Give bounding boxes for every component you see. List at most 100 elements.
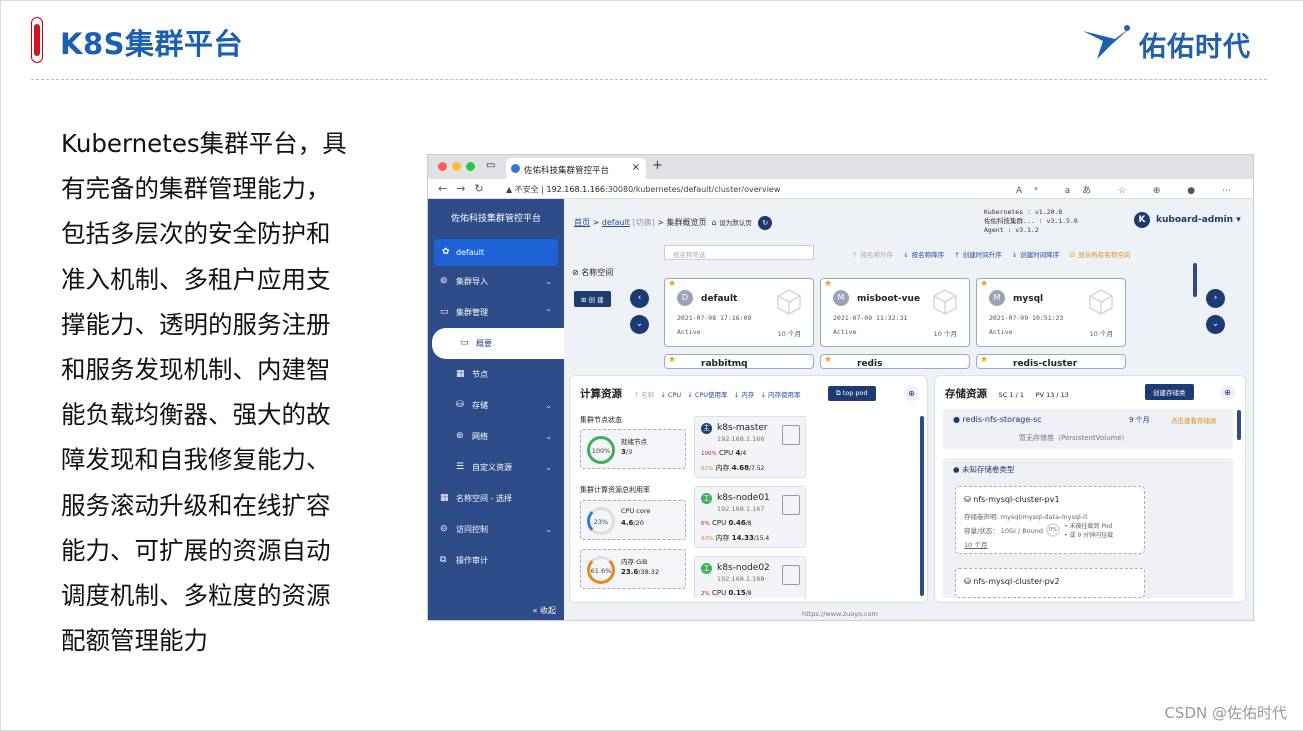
unknown-pv-group: ● 未知存储卷类型 ⛁ nfs-mysql-cluster-pv1 存储卷声明:… [943, 458, 1233, 598]
switch-link[interactable]: [切换] [633, 218, 655, 227]
node-name: k8s-node02 [717, 563, 770, 573]
storage-scrollbar[interactable] [1237, 410, 1241, 440]
cpu-value: 0.46 [728, 519, 746, 527]
sidebar-item-label: 集群管理 [456, 308, 488, 317]
namespace-sort-options: ↑ 按名称升序 ↓ 按名称降序 ↑ 创建时间升序 ↓ 创建时间降序 ☑ 显示所有… [852, 249, 1144, 259]
compute-scrollbar[interactable] [920, 416, 924, 596]
mem-usage-card: 61.6% 内存 GiB 23.6/38.32 [580, 549, 686, 589]
node-card[interactable]: 主 k8s-master 192.168.1.166 100% CPU 4/4 62% … [694, 416, 806, 478]
namespace-age: 10 个月 [777, 330, 801, 338]
sort-option[interactable]: ↓ CPU [660, 391, 681, 399]
sort-option[interactable]: ↑ 名称 [634, 391, 655, 399]
favicon-icon [511, 164, 520, 173]
namespace-search-input[interactable]: 按名称筛选 [664, 245, 814, 260]
sidebar-item-label: 集群导入 [456, 277, 488, 286]
namespace-card[interactable]: ★ Mmysql 2021-07-09 10:51:23 Active 10 个月 [976, 278, 1126, 347]
sidebar-item-namespace-select[interactable]: ▦ 名称空间 - 选择 [428, 483, 564, 514]
main-content: 首页 > default [切换] > 集群概览页 ⌂ 设为默认页 ↻ Kube… [564, 199, 1253, 620]
zoom-icon[interactable]: ⊕ [1220, 385, 1235, 400]
expand-down-button[interactable]: ⌄ [1206, 315, 1225, 334]
zoom-icon[interactable]: ⊕ [904, 386, 919, 401]
monitor-icon: ▭ [460, 338, 469, 348]
namespace-card[interactable]: ★ Mmisboot-vue 2021-07-09 11:32:31 Active 10… [820, 278, 970, 347]
sliders-icon: ☰ [456, 462, 465, 472]
sort-option[interactable]: ↑ 创建时间升序 [954, 251, 1002, 259]
node-card[interactable]: 工 k8s-node02 192.168.1.168 2% CPU 0.15/8 [694, 556, 806, 598]
sort-option[interactable]: ↑ 按名称升序 [852, 251, 893, 259]
database-icon: ⛁ [456, 400, 464, 410]
pv-card[interactable]: ⛁ nfs-mysql-cluster-pv1 存储卷声明: mysql/mys… [955, 486, 1145, 554]
url-host: 192.168.1.166 [546, 185, 606, 194]
chevron-down-icon: ⌄ [545, 463, 552, 472]
namespace-card[interactable]: ★ redis [820, 354, 970, 369]
sidebar-item-import[interactable]: ⊚ 集群导入 ⌄ [428, 266, 564, 297]
chevron-down-icon: ⌄ [545, 401, 552, 410]
close-window-button[interactable] [438, 162, 447, 171]
collapse-button[interactable]: « 收起 [533, 605, 556, 616]
create-namespace-button[interactable]: ⊞ 创 建 [574, 291, 611, 307]
sidebar-item-cluster-manage[interactable]: ▭ 集群管理 ⌃ [428, 297, 564, 328]
namespace-selector[interactable]: ✿ default [434, 239, 558, 266]
close-tab-icon[interactable]: × [632, 162, 640, 173]
breadcrumb-namespace[interactable]: default [602, 218, 630, 227]
pv-capacity-label: 容量/状态： [964, 527, 999, 535]
scroll-left-button[interactable]: ‹ [630, 289, 649, 308]
sidebar-item-crd[interactable]: ☰ 自定义资源 ⌄ [428, 452, 564, 483]
sort-option[interactable]: ↓ 内存使用率 [760, 391, 800, 399]
storage-class-age: 9 个月 [1129, 416, 1150, 424]
namespace-card[interactable]: ★ rabbitmq [664, 354, 814, 369]
refresh-icon[interactable]: ↻ [758, 216, 773, 230]
node-card[interactable]: 工 k8s-node01 192.168.1.167 6% CPU 0.46/8 93%… [694, 486, 806, 548]
sidebar-item-audit[interactable]: ⧉ 操作审计 [428, 545, 564, 576]
checkbox-label: 显示所有名称空间 [1078, 251, 1131, 259]
sidebar-item-overview[interactable]: ▭ 概要 [432, 328, 564, 359]
sort-option[interactable]: ↓ 按名称降序 [903, 251, 944, 259]
sort-option[interactable]: ↓ 内存 [734, 391, 755, 399]
url-field[interactable]: ▲ 不安全 | 192.168.1.166:30080/kubernetes/d… [506, 184, 780, 195]
namespace-card[interactable]: ★ Ddefault 2021-07-08 17:16:09 Active 10 个月 [664, 278, 814, 347]
namespace-card[interactable]: ★ redis-cluster [976, 354, 1126, 369]
collapse-down-button[interactable]: ⌄ [630, 315, 649, 334]
body-line: 包括多层次的安全防护和 [61, 219, 331, 249]
sidebar-item-network[interactable]: ⊚ 网络 ⌄ [428, 421, 564, 452]
cpu-pct: 2% [701, 591, 710, 597]
sidebar: 佐佑科技集群管控平台 ✿ default ⊚ 集群导入 ⌄ ▭ 集群管理 ⌃ ▭ 概要 ▦ 节… [428, 199, 564, 620]
pv-card[interactable]: ⛁ nfs-mysql-cluster-pv2 [955, 568, 1145, 598]
sidebar-brand: 佐佑科技集群管控平台 [450, 214, 541, 224]
minimize-window-button[interactable] [452, 162, 461, 171]
create-storage-class-button[interactable]: 创建存储类 [1145, 384, 1194, 400]
mem-pct: 62% [701, 466, 714, 472]
namespace-label: ⊘ 名称空间 [572, 268, 614, 277]
show-all-namespaces-checkbox[interactable]: ☑ 显示所有名称空间 [1069, 251, 1137, 259]
top-pod-button[interactable]: ⧉ top pod [828, 386, 876, 401]
maximize-window-button[interactable] [466, 162, 475, 171]
body-line: 配额管理能力 [61, 626, 208, 656]
user-menu[interactable]: Kkuboard-admin ▾ [1134, 212, 1241, 228]
pv-note: 未被挂载到 Pod [1069, 523, 1113, 530]
sort-option[interactable]: ↓ 创建时间降序 [1012, 251, 1060, 259]
cpu-total: /8 [745, 590, 752, 597]
node-cpu: 6% CPU 0.46/8 [701, 519, 752, 527]
chevron-down-icon: ⌄ [545, 432, 552, 441]
scroll-right-button[interactable]: › [1206, 289, 1225, 308]
sidebar-item-access[interactable]: ⊝ 访问控制 ⌄ [428, 514, 564, 545]
slide-title: K8S集群平台 [60, 27, 244, 61]
cpu-value: 0.15 [728, 589, 746, 597]
browser-toolbar-icons[interactable]: Aᵃ aあ ☆ ⊕ ● ⋯ [1016, 183, 1243, 196]
ready-nodes-total: /3 [625, 448, 633, 456]
no-pv-message: 暂无存储卷（PersistentVolume） [1019, 434, 1129, 442]
namespace-scrollbar[interactable] [1193, 263, 1197, 297]
sidebar-item-storage[interactable]: ⛁ 存储 ⌄ [428, 390, 564, 421]
view-storage-class-link[interactable]: 点击查看存储类 [1171, 415, 1217, 425]
sidebar-toggle-icon[interactable]: ▭ [486, 160, 495, 171]
browser-tab[interactable]: 佐佑科技集群管控平台 × [506, 158, 646, 179]
sidebar-item-nodes[interactable]: ▦ 节点 [428, 359, 564, 390]
sort-option[interactable]: ↓ CPU使用率 [687, 391, 727, 399]
breadcrumb-home[interactable]: 首页 [574, 218, 590, 227]
set-default-link[interactable]: 设为默认页 [719, 219, 752, 227]
namespace-status: Active [989, 328, 1013, 336]
new-tab-button[interactable]: + [652, 158, 663, 173]
body-line: 调度机制、多粒度的资源 [61, 581, 331, 611]
namespace-label-text: 名称空间 [581, 268, 614, 277]
nav-buttons[interactable]: ←→↻ [438, 182, 493, 195]
